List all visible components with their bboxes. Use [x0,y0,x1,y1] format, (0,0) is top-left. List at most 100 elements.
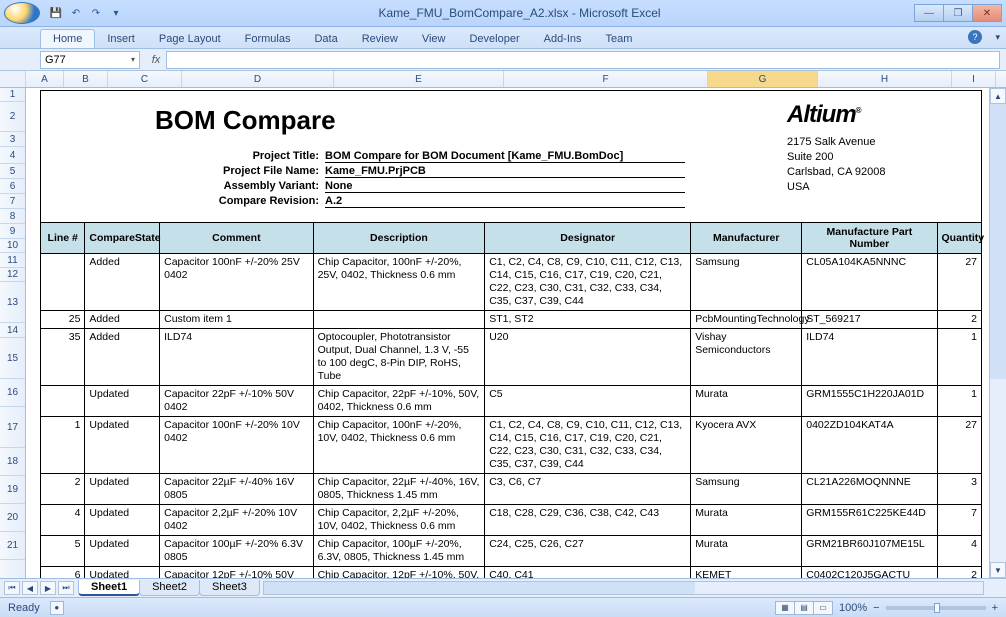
vertical-scrollbar[interactable]: ▲ ▼ [989,88,1006,578]
zoom-in-icon[interactable]: + [992,602,998,614]
ribbon-tab-add-ins[interactable]: Add-Ins [532,30,594,48]
fx-icon[interactable]: fx [146,54,166,66]
table-cell[interactable]: ILD74 [802,329,937,386]
formula-bar[interactable] [166,51,1000,69]
next-sheet-icon[interactable]: ▶ [40,581,56,595]
prev-sheet-icon[interactable]: ◀ [22,581,38,595]
ribbon-tab-insert[interactable]: Insert [95,30,147,48]
table-cell[interactable]: Chip Capacitor, 22µF +/-40%, 16V, 0805, … [313,474,485,505]
row-header-14[interactable]: 14 [0,323,25,338]
table-cell[interactable]: Optocoupler, Phototransistor Output, Dua… [313,329,485,386]
row-header-3[interactable]: 3 [0,132,25,147]
column-header-F[interactable]: F [504,71,708,87]
name-box[interactable]: G77 ▾ [40,51,140,69]
ribbon-tab-review[interactable]: Review [350,30,410,48]
table-cell[interactable]: Samsung [691,474,802,505]
row-header-16[interactable]: 16 [0,379,25,407]
table-cell[interactable]: Chip Capacitor, 100µF +/-20%, 6.3V, 0805… [313,536,485,567]
column-header-A[interactable]: A [26,71,64,87]
ribbon-tab-developer[interactable]: Developer [457,30,531,48]
last-sheet-icon[interactable]: ⏭ [58,581,74,595]
cells-area[interactable]: BOM Compare Project Title:BOM Compare fo… [26,88,1006,578]
macro-record-icon[interactable]: ● [50,601,64,615]
row-header-18[interactable]: 18 [0,448,25,476]
table-cell[interactable]: 5 [41,536,85,567]
column-header-B[interactable]: B [64,71,108,87]
table-cell[interactable]: Updated [85,386,160,417]
table-cell[interactable]: Chip Capacitor, 12pF +/-10%, 50V, 0402, … [313,567,485,579]
select-all-corner[interactable] [0,71,26,87]
close-button[interactable]: ✕ [972,4,1002,22]
table-cell[interactable]: C40, C41 [485,567,691,579]
table-cell[interactable]: PcbMountingTechnology [691,311,802,329]
table-cell[interactable]: Capacitor 100nF +/-20% 25V 0402 [160,254,313,311]
table-cell[interactable]: Updated [85,417,160,474]
table-cell[interactable]: C5 [485,386,691,417]
table-cell[interactable]: Capacitor 100µF +/-20% 6.3V 0805 [160,536,313,567]
table-cell[interactable]: GRM1555C1H220JA01D [802,386,937,417]
table-cell[interactable]: C1, C2, C4, C8, C9, C10, C11, C12, C13, … [485,417,691,474]
table-cell[interactable]: Capacitor 100nF +/-20% 10V 0402 [160,417,313,474]
row-header-19[interactable]: 19 [0,476,25,504]
horizontal-scrollbar[interactable] [263,581,984,595]
column-header-I[interactable]: I [952,71,996,87]
table-cell[interactable]: 2 [41,474,85,505]
row-header-15[interactable]: 15 [0,338,25,379]
table-cell[interactable]: 27 [937,254,981,311]
column-header-H[interactable]: H [818,71,952,87]
table-cell[interactable]: Updated [85,536,160,567]
column-header-C[interactable]: C [108,71,182,87]
row-header-20[interactable]: 20 [0,504,25,532]
undo-icon[interactable]: ↶ [68,5,84,21]
table-cell[interactable]: CL21A226MOQNNNE [802,474,937,505]
table-cell[interactable]: Custom item 1 [160,311,313,329]
vscroll-thumb[interactable] [990,104,1006,379]
table-cell[interactable]: Capacitor 22pF +/-10% 50V 0402 [160,386,313,417]
column-header-D[interactable]: D [182,71,334,87]
sheet-tab-sheet3[interactable]: Sheet3 [199,580,260,596]
table-cell[interactable]: Vishay Semiconductors [691,329,802,386]
scroll-down-icon[interactable]: ▼ [990,562,1006,578]
table-cell[interactable]: 0402ZD104KAT4A [802,417,937,474]
table-cell[interactable]: Kyocera AVX [691,417,802,474]
table-cell[interactable]: ILD74 [160,329,313,386]
ribbon-tab-data[interactable]: Data [302,30,349,48]
hscroll-thumb[interactable] [264,582,696,594]
table-cell[interactable]: Updated [85,474,160,505]
table-cell[interactable] [313,311,485,329]
page-break-view-icon[interactable]: ▭ [813,601,833,615]
row-header-13[interactable]: 13 [0,282,25,323]
row-header-5[interactable]: 5 [0,164,25,179]
row-header-6[interactable]: 6 [0,179,25,194]
table-cell[interactable] [41,386,85,417]
redo-icon[interactable]: ↷ [88,5,104,21]
table-cell[interactable]: 4 [41,505,85,536]
sheet-tab-sheet2[interactable]: Sheet2 [139,580,200,596]
table-cell[interactable]: GRM21BR60J107ME15L [802,536,937,567]
table-cell[interactable] [41,254,85,311]
help-icon[interactable]: ? [968,30,982,44]
table-cell[interactable]: C24, C25, C26, C27 [485,536,691,567]
row-header-4[interactable]: 4 [0,147,25,164]
table-cell[interactable]: Murata [691,386,802,417]
ribbon-tab-team[interactable]: Team [594,30,645,48]
office-button[interactable] [4,2,40,24]
name-box-dropdown-icon[interactable]: ▾ [131,55,135,64]
table-cell[interactable]: 6 [41,567,85,579]
table-cell[interactable]: 2 [937,567,981,579]
table-cell[interactable]: Capacitor 2,2µF +/-20% 10V 0402 [160,505,313,536]
table-cell[interactable]: Chip Capacitor, 100nF +/-20%, 10V, 0402,… [313,417,485,474]
table-cell[interactable]: 7 [937,505,981,536]
table-cell[interactable]: GRM155R61C225KE44D [802,505,937,536]
row-header-2[interactable]: 2 [0,102,25,132]
table-cell[interactable]: Murata [691,505,802,536]
table-cell[interactable]: CL05A104KA5NNNC [802,254,937,311]
table-cell[interactable]: Samsung [691,254,802,311]
row-header-21[interactable]: 21 [0,532,25,560]
table-cell[interactable]: 1 [937,386,981,417]
table-cell[interactable]: C18, C28, C29, C36, C38, C42, C43 [485,505,691,536]
table-cell[interactable]: C1, C2, C4, C8, C9, C10, C11, C12, C13, … [485,254,691,311]
table-cell[interactable]: Capacitor 12pF +/-10% 50V 0402 [160,567,313,579]
table-cell[interactable]: Chip Capacitor, 22pF +/-10%, 50V, 0402, … [313,386,485,417]
table-cell[interactable]: 3 [937,474,981,505]
